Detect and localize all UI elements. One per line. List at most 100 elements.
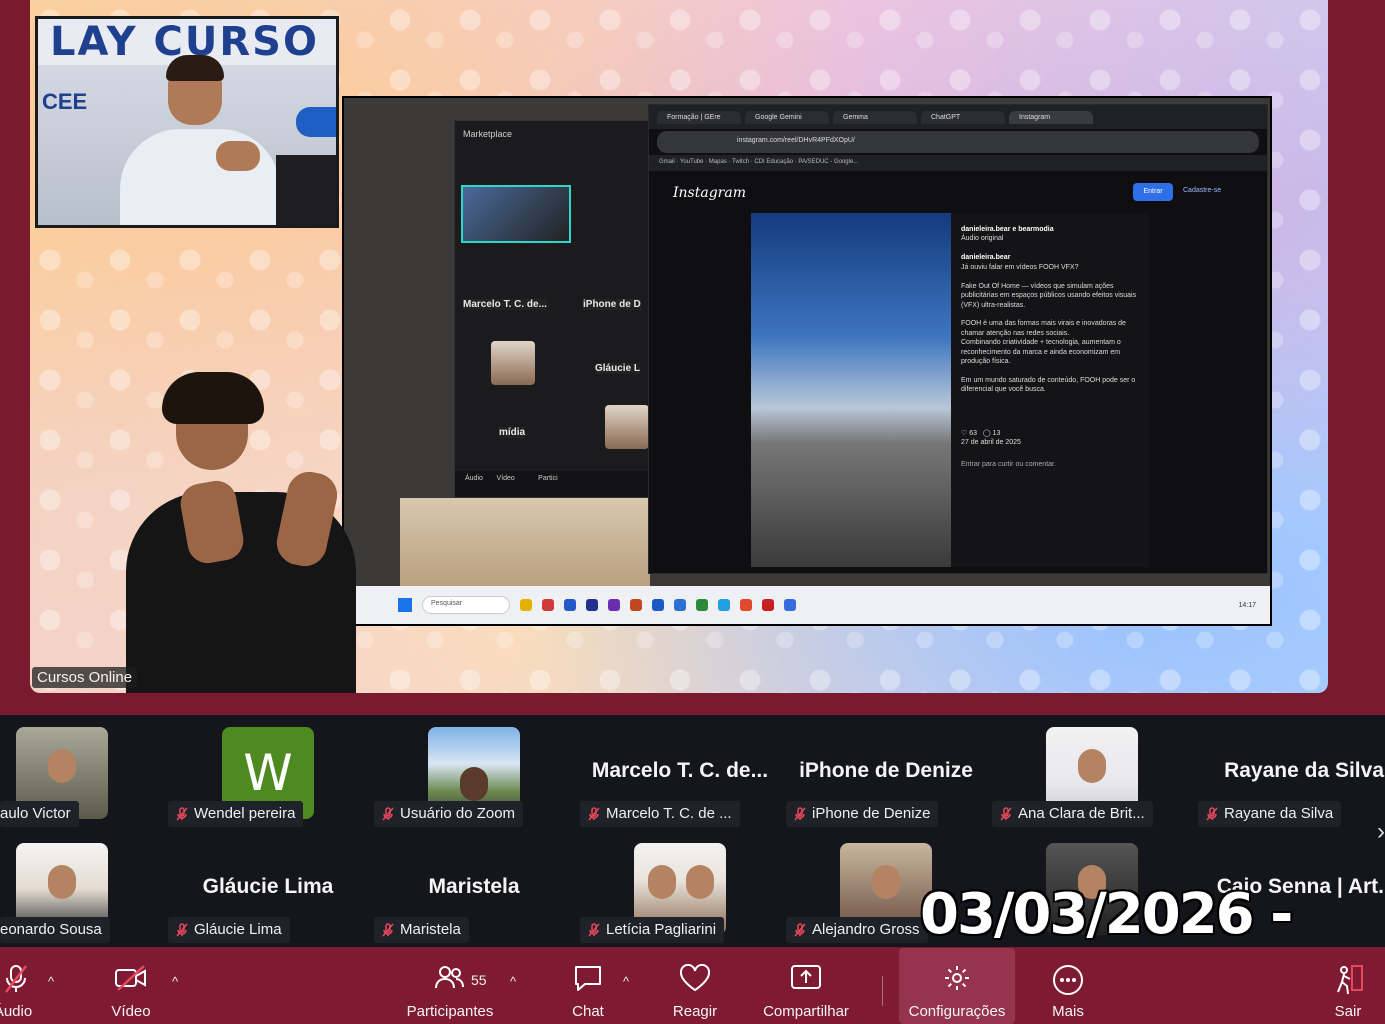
chevron-up-icon[interactable]: ^ [623, 974, 629, 989]
chevron-up-icon[interactable]: ^ [48, 974, 54, 989]
meeting-toolbar: Áudio ^ Vídeo ^ Participantes 55 ^ Chat … [0, 948, 1385, 1024]
browser-tab: Formação | GEre [657, 110, 741, 124]
participant-tile[interactable]: Letícia Pagliarini [580, 831, 780, 943]
more-button[interactable]: Mais [1046, 948, 1090, 1024]
leave-button[interactable]: Sair [1326, 948, 1370, 1024]
post-author: danieleira.bear e bearmodia [961, 226, 1054, 233]
mic-muted-icon [1206, 807, 1218, 821]
reel-video [751, 213, 951, 567]
sign-language-interpreter [86, 372, 386, 693]
participant-display-name: iPhone de Denize [799, 759, 973, 782]
participant-display-name: Marcelo T. C. de... [591, 759, 769, 782]
participant-tile[interactable]: Gláucie Lima Gláucie Lima [168, 831, 368, 943]
chevron-right-icon[interactable]: › [1377, 818, 1385, 846]
shared-screen-stage: LAY CURSO CEE Marketplace Marcelo T. C. … [30, 0, 1328, 693]
chevron-up-icon[interactable]: ^ [510, 974, 516, 989]
participant-display-name: Rayane da Silva [1224, 759, 1384, 782]
app-icon [630, 599, 642, 611]
chrome-icon [740, 599, 752, 611]
participant-display-name: Maristela [428, 875, 520, 898]
caption-line: danieleira.bear [961, 254, 1011, 262]
participant-name: Letícia Pagliarini [580, 917, 725, 943]
caption-line: FOOH é uma das formas mais virais e inov… [961, 320, 1126, 337]
app-icon [762, 599, 774, 611]
folder-icon [520, 599, 532, 611]
participant-tile[interactable]: W Wendel pereira [168, 715, 368, 827]
more-icon [1053, 965, 1083, 995]
participant-tile[interactable]: aulo Victor [0, 715, 162, 827]
browser-tab-active: Instagram [1009, 110, 1093, 124]
caption-line: Fake Out Of Home — vídeos que simulam aç… [961, 282, 1137, 309]
mic-muted-icon [382, 807, 394, 821]
participants-icon [435, 966, 464, 989]
app-icon [784, 599, 796, 611]
chevron-up-icon[interactable]: ^ [172, 974, 178, 989]
participant-tile[interactable]: Usuário do Zoom [374, 715, 574, 827]
chat-label: Chat [572, 1003, 604, 1020]
toolbar-divider [882, 976, 883, 1006]
react-button[interactable]: Reagir [666, 948, 724, 1024]
browser-tab: ChatGPT [921, 110, 1005, 124]
leave-icon [1337, 965, 1363, 995]
instagram-logo: Instagram [673, 185, 746, 201]
participant-tile[interactable]: Marcelo T. C. de... Marcelo T. C. de ... [580, 715, 780, 827]
caption-line: Já ouviu falar em vídeos FOOH VFX? [961, 263, 1079, 271]
presenter-banner-sub: CEE [42, 89, 88, 114]
participant-tile[interactable]: eonardo Sousa [0, 831, 162, 943]
video-muted-icon [115, 965, 146, 991]
logo-shape [296, 107, 336, 137]
login-prompt: Entrar para curtir ou comentar. [961, 460, 1056, 468]
app-icon [696, 599, 708, 611]
participant-name: iPhone de Denize [786, 801, 939, 827]
app-icon [718, 599, 730, 611]
zoom-mini-window: Marketplace Marcelo T. C. de... iPhone d… [454, 120, 654, 498]
taskbar-search: Pesquisar [422, 596, 510, 614]
caption-line: Combinando criatividade + tecnologia, au… [961, 339, 1121, 366]
app-icon [586, 599, 598, 611]
participant-name: Gláucie Lima [168, 917, 290, 943]
mic-muted-icon [5, 965, 27, 993]
browser-tab: Google Gemini [745, 110, 829, 124]
windows-start-icon [398, 598, 412, 612]
app-icon [564, 599, 576, 611]
participant-tile[interactable]: Maristela Maristela [374, 831, 574, 943]
taskbar-clock: 14:17 [1238, 601, 1256, 609]
audio-button[interactable]: Áudio [0, 948, 40, 1024]
participant-name: aulo Victor [0, 801, 79, 827]
browser-bookmarks: Gmail · YouTube · Mapas · Twitch · CDI E… [649, 155, 1267, 171]
mic-muted-icon [588, 807, 600, 821]
post-date: 27 de abril de 2025 [961, 439, 1021, 447]
zoom-mini-tile: iPhone de D [583, 299, 641, 310]
share-label: Compartilhar [763, 1003, 849, 1020]
app-icon [542, 599, 554, 611]
participant-name: Usuário do Zoom [374, 801, 524, 827]
chat-button[interactable]: Chat [566, 948, 610, 1024]
browser-address-bar: instagram.com/reel/DHvR4PFdXOpU/ [657, 131, 1259, 153]
participant-tile[interactable]: Ana Clara de Brit... [992, 715, 1192, 827]
mic-muted-icon [176, 923, 188, 937]
participant-name: Ana Clara de Brit... [992, 801, 1153, 827]
browser-tabs: Formação | GEre Google Gemini Gemma Chat… [649, 105, 1267, 129]
participant-tile[interactable]: iPhone de Denize iPhone de Denize [786, 715, 986, 827]
chat-icon [575, 966, 601, 991]
laptop [276, 155, 336, 225]
zoom-mini-thumbnail [461, 185, 571, 243]
participant-tile[interactable]: Rayane da Silva Rayane da Silva [1198, 715, 1384, 827]
shared-desktop: Marketplace Marcelo T. C. de... iPhone d… [342, 96, 1272, 626]
zoom-mini-title: Marketplace [463, 129, 513, 139]
app-icon [652, 599, 664, 611]
zoom-mini-face [491, 341, 535, 385]
zoom-mini-toolbar: Áudio Vídeo Partici [455, 471, 653, 497]
video-button[interactable]: Vídeo [100, 948, 162, 1024]
participant-display-name: Gláucie Lima [202, 875, 334, 898]
participants-count: 55 [471, 972, 487, 988]
presenter-person [120, 55, 280, 225]
settings-button[interactable]: Configurações [899, 948, 1015, 1024]
share-button[interactable]: Compartilhar [756, 948, 856, 1024]
browser-window: Formação | GEre Google Gemini Gemma Chat… [648, 104, 1268, 574]
mic-muted-icon [382, 923, 394, 937]
mic-muted-icon [794, 807, 806, 821]
participants-label: Participantes [406, 1003, 494, 1020]
leave-label: Sair [1334, 1003, 1362, 1020]
participant-name: Wendel pereira [168, 801, 304, 827]
